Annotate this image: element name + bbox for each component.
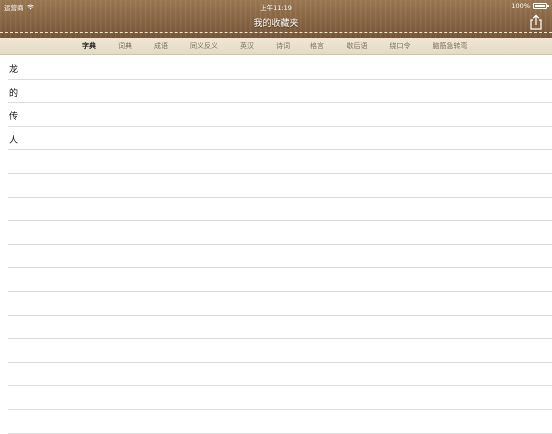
clock: 上午11:19 xyxy=(260,4,292,12)
list-item-label: 传 xyxy=(9,112,19,123)
category-tab-bar: 字典 词典 成语 同义反义 英汉 诗词 格言 歇后语 绕口令 脑筋急转弯 xyxy=(0,38,552,55)
header-stitching xyxy=(0,32,552,33)
list-item xyxy=(8,198,552,222)
list-item-label: 的 xyxy=(9,88,19,99)
tab-item[interactable]: 绕口令 xyxy=(390,41,411,51)
navigation-bar: 运营商 上午11:19 100% 我的收藏夹 xyxy=(0,0,552,38)
page-title: 我的收藏夹 xyxy=(253,19,299,29)
tab-item[interactable]: 同义反义 xyxy=(190,41,218,51)
battery-percent: 100% xyxy=(511,2,530,10)
share-icon xyxy=(530,14,542,30)
list-item xyxy=(8,174,552,198)
list-item[interactable]: 传 xyxy=(8,103,552,127)
list-item-label: 人 xyxy=(9,135,19,146)
status-bar: 运营商 上午11:19 100% xyxy=(0,0,552,12)
tab-item[interactable]: 诗词 xyxy=(276,41,290,51)
list-item xyxy=(8,386,552,410)
list-item-label: 龙 xyxy=(9,65,19,75)
list-item xyxy=(8,292,552,316)
list-item[interactable]: 人 xyxy=(8,127,552,151)
list-item[interactable]: 的 xyxy=(8,80,552,104)
list-item xyxy=(8,150,552,174)
tab-item[interactable]: 成语 xyxy=(154,41,168,51)
list-item xyxy=(8,221,552,245)
list-item xyxy=(8,316,552,340)
list-item xyxy=(8,363,552,387)
list-item xyxy=(8,339,552,363)
tab-item[interactable]: 字典 xyxy=(82,41,96,51)
tab-item[interactable]: 脑筋急转弯 xyxy=(433,41,468,51)
share-button[interactable] xyxy=(529,14,543,30)
tab-item[interactable]: 歇后语 xyxy=(347,41,368,51)
list-item[interactable]: 龙 xyxy=(8,56,552,80)
list-item xyxy=(8,245,552,269)
tab-item[interactable]: 格言 xyxy=(310,41,324,51)
tab-item[interactable]: 英汉 xyxy=(240,41,254,51)
list-item xyxy=(8,268,552,292)
battery-icon xyxy=(533,3,549,9)
tab-item[interactable]: 词典 xyxy=(118,41,132,51)
